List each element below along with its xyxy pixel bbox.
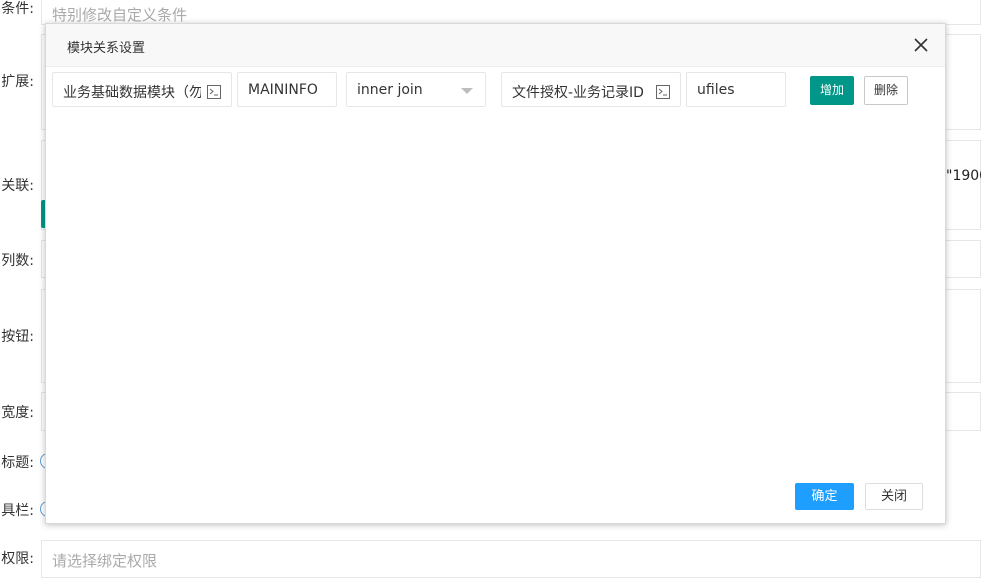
confirm-button[interactable]: 确定: [795, 483, 854, 510]
chevron-down-icon: [461, 88, 473, 94]
terminal-icon[interactable]: [656, 84, 670, 99]
right-module-value: 文件授权-业务记录ID: [512, 85, 644, 101]
right-alias-value: ufiles: [697, 82, 735, 98]
relation-value-fragment: "1900: [946, 168, 981, 184]
add-button[interactable]: 增加: [810, 76, 854, 105]
module-relation-dialog: 模块关系设置 业务基础数据模块（勿 MAININFO inner join 文件…: [45, 23, 946, 524]
relation-row: 业务基础数据模块（勿 MAININFO inner join 文件授权-业务记录…: [46, 72, 945, 109]
join-type-select[interactable]: inner join: [346, 72, 486, 107]
left-alias-value: MAININFO: [248, 82, 318, 98]
title-label: 标题:: [1, 455, 34, 471]
permission-label: 权限:: [1, 551, 34, 567]
terminal-icon[interactable]: [207, 84, 221, 99]
custom-condition-placeholder: 特别修改自定义条件: [52, 6, 188, 24]
dialog-header: 模块关系设置: [46, 24, 945, 67]
right-alias-input[interactable]: ufiles: [686, 72, 786, 107]
width-label: 宽度:: [1, 405, 34, 421]
join-type-value: inner join: [357, 82, 423, 98]
close-button[interactable]: 关闭: [865, 483, 923, 510]
extend-label: 扩展:: [1, 74, 34, 90]
left-module-value: 业务基础数据模块（勿: [63, 85, 201, 101]
left-module-picker[interactable]: 业务基础数据模块（勿: [52, 72, 232, 107]
columns-label: 列数:: [1, 253, 34, 269]
buttons-label: 按钮:: [1, 329, 34, 345]
right-module-picker[interactable]: 文件授权-业务记录ID: [501, 72, 681, 107]
permission-placeholder: 请选择绑定权限: [52, 552, 158, 570]
close-icon[interactable]: [911, 35, 931, 55]
condition-label: 条件:: [1, 1, 34, 17]
relation-label: 关联:: [1, 178, 34, 194]
toolbar-label: 具栏:: [1, 503, 34, 519]
left-alias-input[interactable]: MAININFO: [237, 72, 337, 107]
dialog-title: 模块关系设置: [67, 41, 146, 56]
permission-select[interactable]: 请选择绑定权限: [41, 540, 981, 578]
delete-button[interactable]: 删除: [864, 76, 908, 105]
custom-condition-input[interactable]: 特别修改自定义条件: [41, 0, 981, 25]
